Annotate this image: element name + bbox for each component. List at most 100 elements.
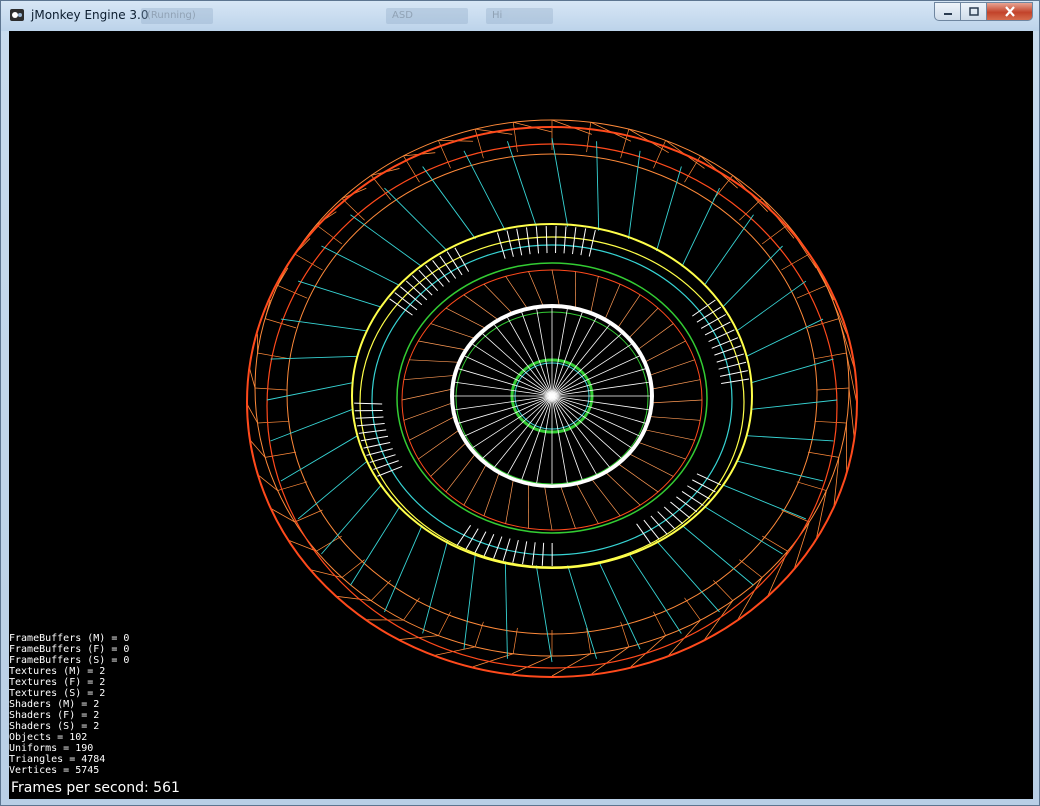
rim-lattice-line: [294, 509, 323, 523]
rim-lattice-line: [277, 285, 308, 299]
stats-panel: FrameBuffers (M) = 0 FrameBuffers (F) = …: [9, 633, 129, 776]
cyan-spoke: [321, 484, 382, 555]
rim-lattice-line: [249, 368, 256, 389]
render-viewport[interactable]: FrameBuffers (M) = 0 FrameBuffers (F) = …: [9, 31, 1033, 799]
center-white-spoke: [551, 368, 646, 397]
cyan-spoke: [567, 565, 598, 659]
center-white-spoke: [521, 312, 553, 397]
stat-triangles: Triangles = 4784: [9, 754, 106, 765]
vent-panel-line: [711, 337, 739, 349]
inner-orange-spoke: [543, 483, 553, 531]
vent-panel-line: [483, 534, 495, 556]
maximize-button[interactable]: [961, 2, 987, 21]
rim-lattice-line: [512, 655, 553, 675]
cyan-spoke: [736, 280, 807, 332]
inner-orange-spoke: [528, 271, 545, 309]
vent-panel-line: [465, 528, 479, 550]
vent-panel-line: [636, 523, 651, 544]
inner-orange-spoke: [651, 399, 703, 404]
inner-orange-spoke: [649, 359, 695, 376]
ghost-tab-1: (Running): [141, 8, 213, 24]
vent-panel-line: [525, 227, 531, 255]
inner-orange-spoke: [627, 452, 674, 477]
cyan-spoke: [504, 561, 508, 659]
fps-counter: Frames per second: 561: [11, 780, 180, 796]
cyan-spoke: [280, 318, 368, 332]
maximize-icon: [968, 7, 979, 16]
stat-textures-s: Textures (S) = 2: [9, 688, 106, 699]
inner-orange-spoke: [649, 416, 701, 421]
rim-lattice-line: [254, 387, 288, 391]
cyan-spoke: [681, 524, 754, 586]
wireframe-scene: [246, 119, 858, 678]
cyan-spoke: [746, 318, 824, 357]
title-bar[interactable]: jMonkey Engine 3.0 (Running) ASD Hi: [1, 1, 1039, 31]
rim-lattice-line: [512, 122, 518, 153]
inner-orange-spoke: [430, 441, 467, 477]
stat-objects: Objects = 102: [9, 732, 88, 743]
inner-orange-spoke: [483, 283, 514, 315]
inner-orange-spoke: [430, 323, 477, 340]
inner-orange-spoke: [403, 375, 455, 381]
center-white-spoke: [551, 395, 622, 459]
rim-lattice-line: [551, 653, 591, 677]
center-white-spoke: [482, 333, 553, 397]
vent-panel-line: [474, 531, 487, 553]
cyan-spoke: [535, 565, 553, 663]
stat-textures-f: Textures (F) = 2: [9, 677, 106, 688]
vent-panel-line: [366, 448, 393, 456]
vent-panel-line: [516, 228, 523, 256]
rim-lattice-line: [704, 600, 734, 640]
cyan-spoke: [270, 408, 353, 442]
rim-lattice-line: [793, 521, 810, 570]
cyan-spoke: [422, 166, 476, 240]
rim-lattice-line: [814, 352, 847, 360]
vent-panel-line: [446, 251, 463, 276]
rim-lattice-line: [796, 285, 827, 299]
vent-panel-line: [496, 232, 506, 259]
inner-orange-spoke: [445, 307, 488, 330]
cyan-spoke: [321, 245, 401, 286]
vent-panel-line: [354, 402, 383, 405]
cyan-spoke: [463, 553, 476, 650]
rim-lattice-line: [781, 509, 810, 523]
cyan-spoke: [422, 540, 448, 634]
stat-framebuffers-s: FrameBuffers (S) = 0: [9, 655, 130, 666]
background-taskbar-ghost: (Running) ASD Hi: [141, 5, 561, 27]
center-white-spoke: [521, 395, 553, 480]
stat-vertices: Vertices = 5745: [9, 765, 100, 776]
jmonkey-app-icon: [10, 9, 24, 21]
minimize-button[interactable]: [934, 2, 961, 21]
vent-panel-line: [369, 454, 396, 463]
vent-panel-line: [405, 280, 428, 301]
vent-panel-line: [714, 345, 742, 356]
inner-orange-spoke: [644, 340, 686, 363]
vent-panel-line: [580, 228, 587, 256]
cyan-spoke: [656, 540, 720, 613]
ghost-tab-3: Hi: [486, 8, 553, 24]
inner-orange-spoke: [637, 441, 686, 460]
inner-orange-spoke: [409, 416, 455, 441]
rim-lattice-line: [739, 559, 763, 578]
rim-lattice-line: [807, 451, 839, 458]
vent-panel-line: [456, 525, 472, 546]
vent-panel-line: [541, 542, 545, 566]
stat-framebuffers-f: FrameBuffers (F) = 0: [9, 644, 130, 655]
stat-textures-m: Textures (M) = 2: [9, 666, 106, 677]
rim-lattice-line: [257, 420, 290, 424]
close-button[interactable]: [987, 2, 1033, 21]
rim-lattice-line: [762, 224, 788, 245]
cyan-spoke: [751, 399, 838, 410]
vent-panel-line: [692, 299, 716, 317]
vent-panel-line: [355, 416, 384, 419]
center-white-spoke: [551, 395, 583, 480]
stat-shaders-m: Shaders (M) = 2: [9, 699, 100, 710]
vent-panel-line: [555, 226, 557, 254]
cyan-spoke: [463, 150, 506, 231]
cyan-spoke: [736, 460, 824, 482]
center-white-spoke: [482, 395, 553, 459]
vent-panel-line: [389, 298, 413, 316]
cyan-spoke: [722, 245, 783, 308]
inner-orange-spoke: [651, 379, 701, 390]
stat-uniforms: Uniforms = 190: [9, 743, 94, 754]
